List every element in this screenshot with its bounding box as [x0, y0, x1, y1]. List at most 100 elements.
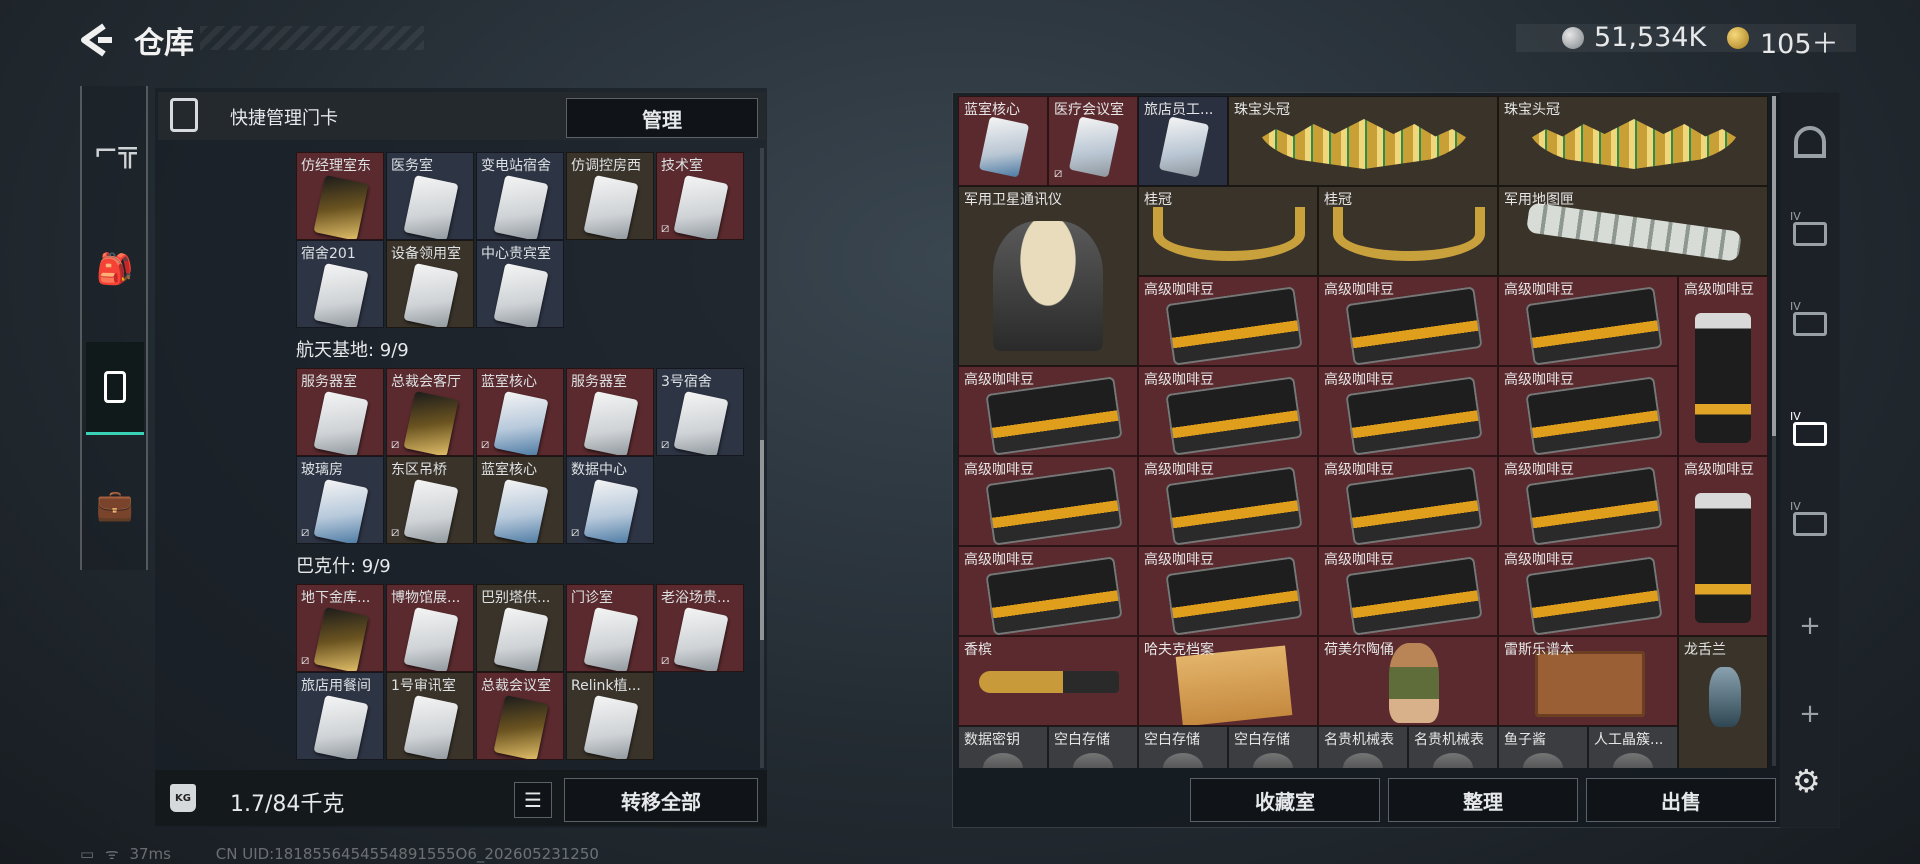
settings-gear-icon[interactable]: ⚙ — [1792, 762, 1821, 800]
keycard-slot[interactable]: Relink植... — [566, 672, 654, 760]
item-slot[interactable]: 高级咖啡豆 — [1138, 276, 1318, 366]
stash-case-tab[interactable]: + — [1784, 684, 1836, 744]
item-slot[interactable]: 军用卫星通讯仪 — [958, 186, 1138, 366]
token-amount[interactable]: 105＋ — [1760, 22, 1839, 61]
keycard-slot[interactable]: 旅店用餐间 — [296, 672, 384, 760]
keycard-slot[interactable]: 数据中心 ⧄ — [566, 456, 654, 544]
stash-case-tab[interactable]: + — [1784, 596, 1836, 656]
item-slot[interactable]: 高级咖啡豆 — [1318, 276, 1498, 366]
keycard-slot[interactable]: 医务室 — [386, 152, 474, 240]
laurel-wreath-icon — [1153, 207, 1305, 261]
item-slot[interactable]: 龙舌兰 — [1678, 636, 1768, 768]
item-slot[interactable]: 数据密钥 — [958, 726, 1048, 768]
item-slot[interactable]: 高级咖啡豆 — [1498, 276, 1678, 366]
keycard-slot[interactable]: 玻璃房 ⧄ — [296, 456, 384, 544]
keycard-slot[interactable]: 总裁会客厅 ⧄ — [386, 368, 474, 456]
collection-room-button[interactable]: 收藏室 — [1190, 778, 1380, 822]
stash-case-tab[interactable]: IV — [1784, 200, 1836, 260]
item-slot[interactable]: 高级咖啡豆 — [1498, 456, 1678, 546]
keycard-slot[interactable]: 服务器室 — [296, 368, 384, 456]
keycard-slot[interactable]: 总裁会议室 — [476, 672, 564, 760]
keycard-name: 医务室 — [391, 158, 433, 174]
plus-icon: + — [1799, 611, 1821, 641]
item-slot[interactable]: 高级咖啡豆 — [1318, 456, 1498, 546]
keycard-slot[interactable]: 变电站宿舍 — [476, 152, 564, 240]
item-slot[interactable]: 高级咖啡豆 — [1318, 366, 1498, 456]
item-slot[interactable]: 高级咖啡豆 — [1318, 546, 1498, 636]
keycard-slot[interactable]: 博物馆展... — [386, 584, 474, 672]
tab-backpack[interactable]: 🎒 — [86, 224, 144, 314]
back-button[interactable] — [78, 22, 114, 58]
keycard-name: 东区吊桥 — [391, 462, 447, 478]
keycard-slot[interactable]: 中心贵宾室 — [476, 240, 564, 328]
stash-case-tab[interactable] — [1784, 112, 1836, 172]
item-slot[interactable]: 高级咖啡豆 — [958, 546, 1138, 636]
item-name: 香槟 — [964, 642, 992, 658]
item-slot[interactable]: 高级咖啡豆 — [958, 456, 1138, 546]
item-slot[interactable]: 高级咖啡豆 — [1678, 276, 1768, 456]
manage-button[interactable]: 管理 — [566, 98, 758, 138]
list-view-button[interactable]: ☰ — [514, 782, 552, 818]
keycard-icon — [104, 371, 126, 403]
item-slot[interactable]: 名贵机械表 — [1408, 726, 1498, 768]
item-slot[interactable]: 高级咖啡豆 — [1138, 546, 1318, 636]
item-slot[interactable]: 高级咖啡豆 — [1138, 366, 1318, 456]
keycard-slot[interactable]: 宿舍201 — [296, 240, 384, 328]
item-name: 高级咖啡豆 — [1324, 552, 1394, 568]
item-slot[interactable]: 旅店员工... — [1138, 96, 1228, 186]
item-slot[interactable]: 高级咖啡豆 — [958, 366, 1138, 456]
keycard-slot[interactable]: 仿经理室东 — [296, 152, 384, 240]
keycard-slot[interactable]: 1号审讯室 — [386, 672, 474, 760]
keycard-slot[interactable]: 服务器室 — [566, 368, 654, 456]
keycard-slot[interactable]: 东区吊桥 ⧄ — [386, 456, 474, 544]
tab-keycards[interactable] — [86, 342, 144, 435]
backpack-icon: 🎒 — [96, 251, 134, 287]
item-icon — [1253, 753, 1293, 768]
stash-case-tab[interactable]: IV — [1784, 290, 1836, 350]
keycard-slot[interactable]: 地下金库... ⧄ — [296, 584, 384, 672]
item-slot[interactable]: 高级咖啡豆 — [1498, 546, 1678, 636]
stash-case-tab[interactable]: IV — [1784, 490, 1836, 550]
keycard-slot[interactable]: 巴别塔供... — [476, 584, 564, 672]
keycard-slot[interactable]: 蓝室核心 — [476, 456, 564, 544]
item-slot[interactable]: 人工晶簇... — [1588, 726, 1678, 768]
stash-scrollbar-thumb[interactable] — [1772, 96, 1776, 436]
item-slot[interactable]: 哈夫克档案 — [1138, 636, 1318, 726]
item-slot[interactable]: 珠宝头冠 — [1228, 96, 1498, 186]
keycard-slot[interactable]: 仿调控房西 — [566, 152, 654, 240]
keycard-slot[interactable]: 设备领用室 — [386, 240, 474, 328]
item-slot[interactable]: 高级咖啡豆 — [1678, 456, 1768, 636]
tab-briefcase[interactable]: 💼 — [86, 460, 144, 550]
item-slot[interactable]: 空白存储 — [1048, 726, 1138, 768]
item-name: 高级咖啡豆 — [1324, 372, 1394, 388]
item-slot[interactable]: 医疗会议室 ⧄ — [1048, 96, 1138, 186]
item-slot[interactable]: 空白存储 — [1228, 726, 1318, 768]
item-slot[interactable]: 桂冠 — [1138, 186, 1318, 276]
keycard-slot[interactable]: 技术室 ⧄ — [656, 152, 744, 240]
item-icon — [1343, 753, 1383, 768]
stash-case-tab[interactable]: IV — [1784, 400, 1836, 460]
item-slot[interactable]: 珠宝头冠 — [1498, 96, 1768, 186]
item-slot[interactable]: 桂冠 — [1318, 186, 1498, 276]
item-slot[interactable]: 高级咖啡豆 — [1138, 456, 1318, 546]
item-slot[interactable]: 香槟 — [958, 636, 1138, 726]
transfer-all-button[interactable]: 转移全部 — [564, 778, 758, 822]
item-slot[interactable]: 高级咖啡豆 — [1498, 366, 1678, 456]
item-icon — [1523, 753, 1563, 768]
keycard-slot[interactable]: 蓝室核心 ⧄ — [476, 368, 564, 456]
sell-button[interactable]: 出售 — [1586, 778, 1776, 822]
tab-weapons[interactable]: ⌐╦ — [86, 106, 144, 196]
scrollbar-thumb[interactable] — [760, 440, 764, 640]
keycard-slot[interactable]: 3号宿舍 ⧄ — [656, 368, 744, 456]
keycard-slot[interactable]: 老浴场贵... ⧄ — [656, 584, 744, 672]
item-slot[interactable]: 空白存储 — [1138, 726, 1228, 768]
item-slot[interactable]: 名贵机械表 — [1318, 726, 1408, 768]
item-icon — [1613, 753, 1653, 768]
keycard-slot[interactable]: 门诊室 — [566, 584, 654, 672]
item-slot[interactable]: 蓝室核心 — [958, 96, 1048, 186]
item-slot[interactable]: 军用地图匣 — [1498, 186, 1768, 276]
sort-button[interactable]: 整理 — [1388, 778, 1578, 822]
item-slot[interactable]: 雷斯乐谱本 — [1498, 636, 1678, 726]
item-slot[interactable]: 鱼子酱 — [1498, 726, 1588, 768]
item-slot[interactable]: 荷美尔陶俑 — [1318, 636, 1498, 726]
